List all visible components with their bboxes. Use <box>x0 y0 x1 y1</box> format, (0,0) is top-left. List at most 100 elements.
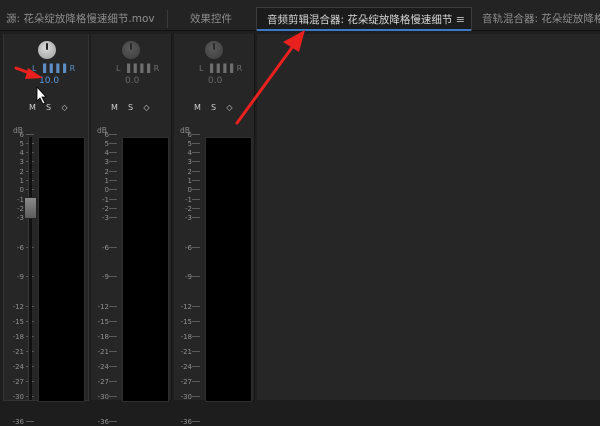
mixer-channel-1: L ▐▐▐▐ R 10.0 M S ◇ dB 6 5 4 3 2 1 0 -1 -2 -3 -6 -9… <box>3 34 89 426</box>
db-scale-ticks <box>109 134 117 422</box>
db-scale-ticks <box>192 134 200 422</box>
level-meter <box>122 137 169 402</box>
db-tick-label: -2 <box>17 205 24 213</box>
db-tick-label: -9 <box>185 273 192 281</box>
db-tick-label: 4 <box>19 149 24 157</box>
db-tick-label: -18 <box>97 333 109 341</box>
db-tick-mark <box>109 276 117 277</box>
db-tick-mark <box>109 366 117 367</box>
panel-tab-bar: 源: 花朵绽放降格慢速细节.mov 效果控件 音频剪辑混合器: 花朵绽放降格慢速… <box>0 0 600 31</box>
channel-buttons: M S ◇ <box>191 102 237 114</box>
db-tick-mark <box>109 351 117 352</box>
db-tick-mark <box>192 180 200 181</box>
channel-buttons: M S ◇ <box>26 102 72 114</box>
db-tick-label: -2 <box>102 205 109 213</box>
tab-audio-track-mixer[interactable]: 音轨混合器: 花朵绽放降格慢速细节 <box>482 9 600 30</box>
db-tick-mark <box>109 189 117 190</box>
db-tick-label: 2 <box>19 168 24 176</box>
volume-fader-handle[interactable] <box>24 197 37 219</box>
db-tick-mark <box>26 134 34 135</box>
db-tick-label: -36 <box>12 418 24 426</box>
db-tick-label: -27 <box>180 378 192 386</box>
panel-menu-icon[interactable]: ≡ <box>456 8 465 31</box>
volume-fader-track[interactable] <box>24 137 37 400</box>
pan-lr-label: L ▐▐▐▐ R <box>199 64 243 73</box>
tab-source[interactable]: 源: 花朵绽放降格慢速细节.mov <box>6 9 164 30</box>
db-tick-mark <box>109 321 117 322</box>
db-tick-label: -18 <box>180 333 192 341</box>
db-tick-label: -15 <box>12 318 24 326</box>
mixer-channel-3: L ▐▐▐▐ R 0.0 M S ◇ dB 6 5 4 3 2 1 0 -1 -2 -3 -6 -9-… <box>174 34 255 426</box>
db-tick-label: 3 <box>19 158 24 166</box>
db-tick-mark <box>109 134 117 135</box>
db-tick-mark <box>109 171 117 172</box>
db-tick-label: -15 <box>97 318 109 326</box>
db-scale: 6 5 4 3 2 1 0 -1 -2 -3 -6 -9 -12 -15 -18 -21 -24 -27 -30 -3… <box>6 131 24 426</box>
db-tick-label: -24 <box>97 363 109 371</box>
db-tick-mark <box>192 189 200 190</box>
db-tick-label: -15 <box>180 318 192 326</box>
solo-button[interactable]: S <box>207 102 220 114</box>
db-tick-mark <box>109 421 117 422</box>
pan-knob-icon[interactable] <box>38 41 56 59</box>
db-tick-label: -36 <box>97 418 109 426</box>
keyframe-toggle-icon[interactable]: ◇ <box>223 102 236 114</box>
db-tick-label: -24 <box>180 363 192 371</box>
db-tick-label: -3 <box>185 214 192 222</box>
db-tick-label: 1 <box>19 177 24 185</box>
db-tick-mark <box>192 421 200 422</box>
mute-button[interactable]: M <box>108 102 121 114</box>
db-tick-label: -9 <box>17 273 24 281</box>
db-tick-mark <box>192 366 200 367</box>
db-tick-mark <box>109 208 117 209</box>
db-tick-mark <box>109 217 117 218</box>
db-tick-mark <box>109 143 117 144</box>
pan-value[interactable]: 0.0 <box>125 76 139 86</box>
db-tick-label: -27 <box>12 378 24 386</box>
db-tick-label: -12 <box>97 303 109 311</box>
db-tick-mark <box>192 351 200 352</box>
db-tick-mark <box>192 143 200 144</box>
db-tick-mark <box>192 336 200 337</box>
db-tick-mark <box>192 161 200 162</box>
db-tick-label: -27 <box>97 378 109 386</box>
db-tick-label: -21 <box>97 348 109 356</box>
db-tick-mark <box>109 381 117 382</box>
db-tick-mark <box>192 199 200 200</box>
mute-button[interactable]: M <box>191 102 204 114</box>
level-meter <box>205 137 252 402</box>
tab-separator <box>167 10 168 28</box>
db-tick-label: -21 <box>180 348 192 356</box>
db-tick-label: -6 <box>17 244 24 252</box>
db-tick-mark <box>192 381 200 382</box>
db-tick-label: -6 <box>102 244 109 252</box>
db-tick-mark <box>192 247 200 248</box>
db-tick-label: -12 <box>180 303 192 311</box>
db-tick-mark <box>192 396 200 397</box>
solo-button[interactable]: S <box>124 102 137 114</box>
db-tick-label: -3 <box>102 214 109 222</box>
db-tick-mark <box>192 217 200 218</box>
pan-lr-label: L ▐▐▐▐ R <box>116 64 160 73</box>
mixer-channel-2: L ▐▐▐▐ R 0.0 M S ◇ dB 6 5 4 3 2 1 0 -1 -2 -3 -6 -9-… <box>91 34 172 426</box>
keyframe-toggle-icon[interactable]: ◇ <box>140 102 153 114</box>
db-tick-label: -18 <box>12 333 24 341</box>
db-tick-mark <box>26 421 34 422</box>
keyframe-toggle-icon[interactable]: ◇ <box>58 102 71 114</box>
pan-knob-icon[interactable] <box>122 41 140 59</box>
db-tick-mark <box>109 306 117 307</box>
db-tick-label: 6 <box>19 131 24 139</box>
pan-value[interactable]: 10.0 <box>39 76 59 86</box>
db-tick-label: -9 <box>102 273 109 281</box>
solo-button[interactable]: S <box>42 102 55 114</box>
db-tick-mark <box>192 276 200 277</box>
tab-effect-controls[interactable]: 效果控件 <box>190 9 250 30</box>
tab-audio-clip-mixer-label: 音频剪辑混合器: 花朵绽放降格慢速细节 <box>267 14 453 26</box>
pan-value[interactable]: 0.0 <box>208 76 222 86</box>
pan-knob-icon[interactable] <box>205 41 223 59</box>
tab-audio-clip-mixer[interactable]: 音频剪辑混合器: 花朵绽放降格慢速细节 ≡ <box>256 7 472 31</box>
db-tick-mark <box>109 247 117 248</box>
mute-button[interactable]: M <box>26 102 39 114</box>
db-tick-label: 0 <box>19 186 24 194</box>
db-tick-mark <box>192 321 200 322</box>
